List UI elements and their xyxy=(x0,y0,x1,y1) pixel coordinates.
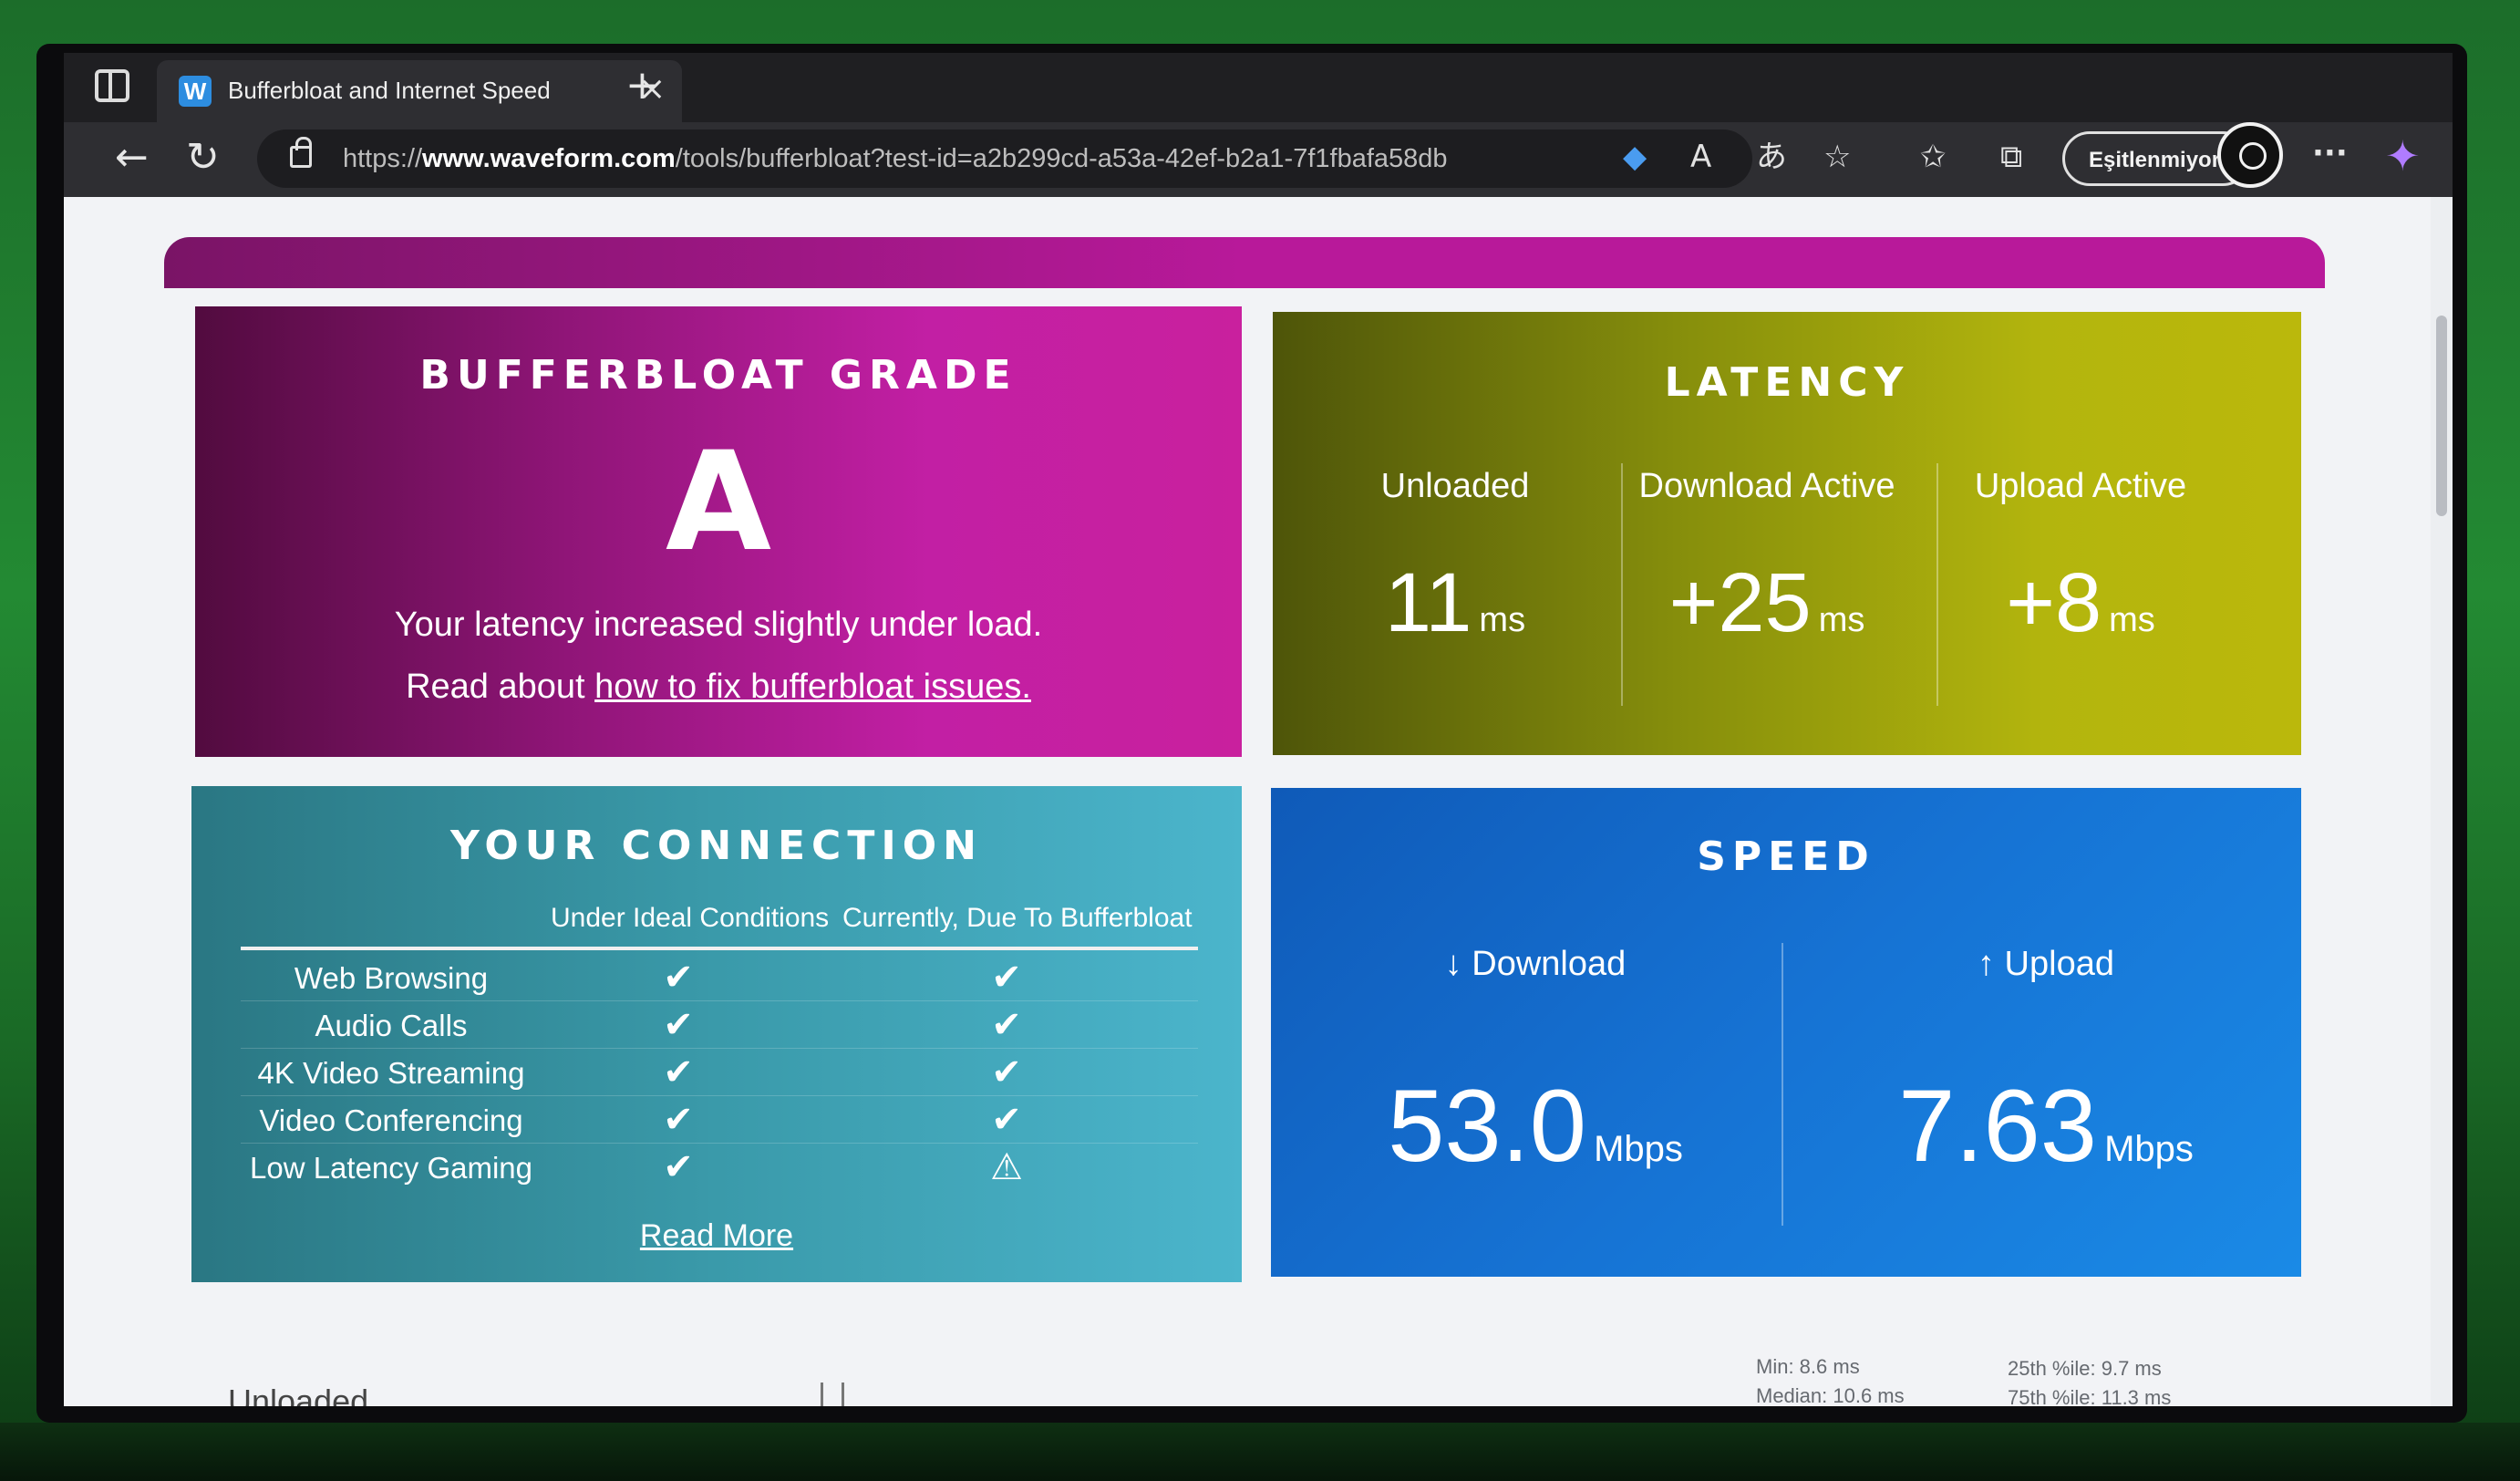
checkmark-icon: ✔ xyxy=(663,1099,694,1141)
unloaded-section-label: Unloaded xyxy=(228,1383,369,1406)
latency-unloaded-value: 11 xyxy=(1384,556,1472,649)
table-row: Video Conferencing ✔ ✔ xyxy=(241,1096,1198,1144)
add-favorite-icon[interactable]: ☆ xyxy=(1823,139,1851,175)
stat-p25: 25th %ile: 9.7 ms xyxy=(2008,1357,2162,1380)
download-value: 53.0 xyxy=(1388,1069,1587,1183)
header-ideal: Under Ideal Conditions xyxy=(551,903,830,933)
page-scrollbar[interactable] xyxy=(2431,197,2453,1406)
latency-download-value: +25 xyxy=(1668,556,1812,649)
checkmark-icon: ✔ xyxy=(991,1099,1022,1141)
latency-unloaded-unit: ms xyxy=(1479,601,1526,639)
tab-bufferbloat[interactable]: W Bufferbloat and Internet Speed × xyxy=(157,60,682,122)
browser-titlebar: W Bufferbloat and Internet Speed × + xyxy=(64,53,2453,122)
grade-letter: A xyxy=(665,423,772,582)
checkmark-icon: ✔ xyxy=(663,1146,694,1188)
upload-speed: ↑ Upload 7.63 Mbps xyxy=(1809,945,2283,1204)
sync-status-label: Eşitlenmiyor xyxy=(2089,148,2221,172)
latency-histogram xyxy=(811,1383,994,1406)
checkmark-icon: ✔ xyxy=(663,1051,694,1093)
latency-download-unit: ms xyxy=(1818,601,1865,639)
connection-title: YOUR CONNECTION xyxy=(450,823,983,869)
tab-title: Bufferbloat and Internet Speed xyxy=(228,77,551,104)
warning-icon: ⚠ xyxy=(990,1146,1023,1188)
grade-read-about: Read about how to fix bufferbloat issues… xyxy=(406,668,1031,706)
latency-unloaded: Unloaded 11 ms xyxy=(1300,467,1610,666)
page-viewport: BUFFERBLOAT GRADE A Your latency increas… xyxy=(64,197,2453,1406)
your-connection-card: YOUR CONNECTION Under Ideal Conditions C… xyxy=(191,786,1242,1282)
row-label: Audio Calls xyxy=(315,1009,468,1042)
stat-min: Min: 8.6 ms xyxy=(1756,1355,1860,1378)
upload-value: 7.63 xyxy=(1898,1069,2098,1183)
back-arrow-icon[interactable]: ← xyxy=(115,135,149,181)
latency-download-active: Download Active +25 ms xyxy=(1612,467,1922,666)
grade-summary: Your latency increased slightly under lo… xyxy=(394,606,1043,644)
header-band xyxy=(164,237,2325,288)
checkmark-icon: ✔ xyxy=(663,1004,694,1046)
lock-icon[interactable] xyxy=(290,137,312,168)
background-floor xyxy=(0,1423,2520,1481)
more-options-icon[interactable]: ··· xyxy=(2312,135,2348,171)
latency-upload-unit: ms xyxy=(2109,601,2155,639)
grade-title: BUFFERBLOAT GRADE xyxy=(419,352,1017,399)
stat-p75: 75th %ile: 11.3 ms xyxy=(2008,1386,2172,1406)
download-unit: Mbps xyxy=(1594,1129,1683,1169)
favorites-icon[interactable]: ✩ xyxy=(1920,139,1947,175)
fix-bufferbloat-link[interactable]: how to fix bufferbloat issues. xyxy=(594,668,1031,706)
translate-icon[interactable]: あ xyxy=(1756,139,1787,175)
profile-avatar-icon[interactable] xyxy=(2217,122,2283,188)
row-label: Video Conferencing xyxy=(259,1103,523,1137)
row-label: Low Latency Gaming xyxy=(249,1151,532,1185)
row-label: 4K Video Streaming xyxy=(257,1056,525,1090)
header-rule xyxy=(241,947,1198,950)
new-tab-icon[interactable]: + xyxy=(625,66,659,106)
checkmark-icon: ✔ xyxy=(991,957,1022,999)
refresh-icon[interactable]: ↻ xyxy=(186,135,220,181)
address-bar[interactable]: https://www.waveform.com/tools/bufferblo… xyxy=(257,129,1752,188)
download-label: ↓ Download xyxy=(1444,945,1627,983)
read-aloud-icon[interactable]: A xyxy=(1690,139,1711,175)
latency-title: LATENCY xyxy=(1664,359,1910,406)
table-row: Web Browsing ✔ ✔ xyxy=(241,954,1198,1001)
download-speed: ↓ Download 53.0 Mbps xyxy=(1298,945,1772,1204)
waveform-favicon-icon: W xyxy=(179,76,212,107)
bufferbloat-grade-card: BUFFERBLOAT GRADE A Your latency increas… xyxy=(195,306,1242,757)
stat-median: Median: 10.6 ms xyxy=(1756,1384,1905,1406)
latency-upload-label: Upload Active xyxy=(1974,467,2187,505)
row-label: Web Browsing xyxy=(294,961,489,995)
checkmark-icon: ✔ xyxy=(663,957,694,999)
latency-unloaded-label: Unloaded xyxy=(1380,467,1530,505)
latency-upload-active: Upload Active +8 ms xyxy=(1926,467,2236,666)
speed-divider xyxy=(1782,943,1783,1226)
header-current: Currently, Due To Bufferbloat xyxy=(842,903,1193,933)
browser-toolbar: ← ↻ https://www.waveform.com/tools/buffe… xyxy=(64,122,2453,197)
latency-upload-value: +8 xyxy=(2006,556,2102,649)
latency-download-label: Download Active xyxy=(1638,467,1895,505)
latency-card: LATENCY Unloaded 11 ms Download Active +2… xyxy=(1273,312,2301,755)
speed-title: SPEED xyxy=(1697,834,1875,880)
checkmark-icon: ✔ xyxy=(991,1051,1022,1093)
table-row: Low Latency Gaming ✔ ⚠ xyxy=(241,1144,1198,1191)
copilot-icon[interactable]: ✦ xyxy=(2385,131,2421,181)
upload-label: ↑ Upload xyxy=(1978,945,2114,983)
coupon-tag-icon[interactable]: ◆ xyxy=(1623,139,1647,175)
scroll-thumb[interactable] xyxy=(2436,316,2447,516)
table-row: Audio Calls ✔ ✔ xyxy=(241,1001,1198,1049)
table-row: 4K Video Streaming ✔ ✔ xyxy=(241,1049,1198,1096)
speed-card: SPEED ↓ Download 53.0 Mbps ↑ Upload 7.63 M… xyxy=(1271,788,2301,1277)
upload-unit: Mbps xyxy=(2104,1129,2194,1169)
collections-icon[interactable]: ⧉ xyxy=(2000,139,2022,175)
checkmark-icon: ✔ xyxy=(991,1004,1022,1046)
sidebar-toggle-icon[interactable] xyxy=(95,69,129,102)
read-more-link[interactable]: Read More xyxy=(191,1218,1242,1254)
url-text[interactable]: https://www.waveform.com/tools/bufferblo… xyxy=(343,144,1448,174)
